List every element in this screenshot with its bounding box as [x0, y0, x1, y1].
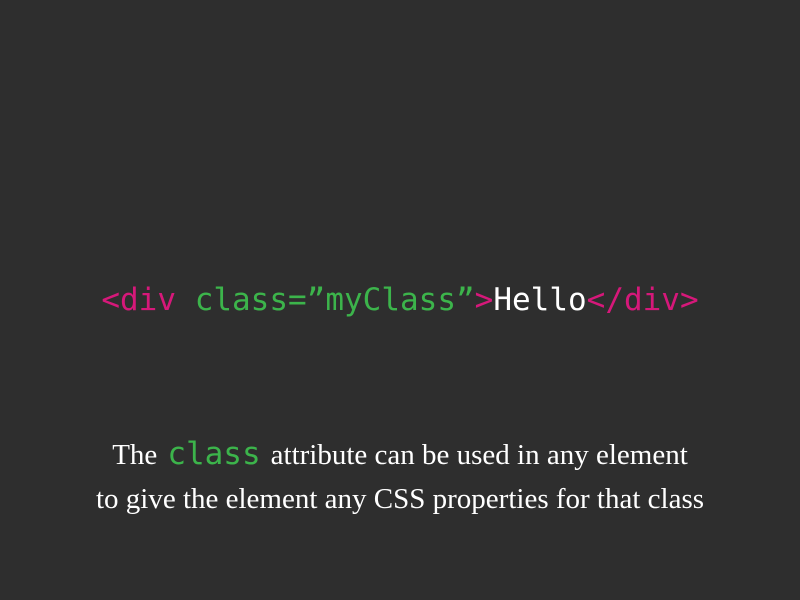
caption-prefix: The [112, 439, 158, 471]
code-open-tag-end: > [474, 282, 494, 318]
caption-keyword: class [167, 436, 261, 472]
slide: <div class=”myClass”>Hello</div> The clas… [0, 0, 800, 600]
code-content: Hello [493, 282, 587, 318]
caption-suffix: attribute can be used in any element [270, 439, 688, 471]
caption-line-2: to give the element any CSS properties f… [95, 483, 705, 515]
caption: The class attribute can be used in any ele… [0, 432, 800, 521]
code-class-attribute: class=”myClass” [194, 282, 475, 318]
caption-line-1: The class attribute can be used in any ele… [0, 432, 800, 477]
code-open-tag: <div [101, 282, 195, 318]
code-example: <div class=”myClass”>Hello</div> [0, 278, 800, 322]
code-close-tag: </div> [586, 282, 699, 318]
